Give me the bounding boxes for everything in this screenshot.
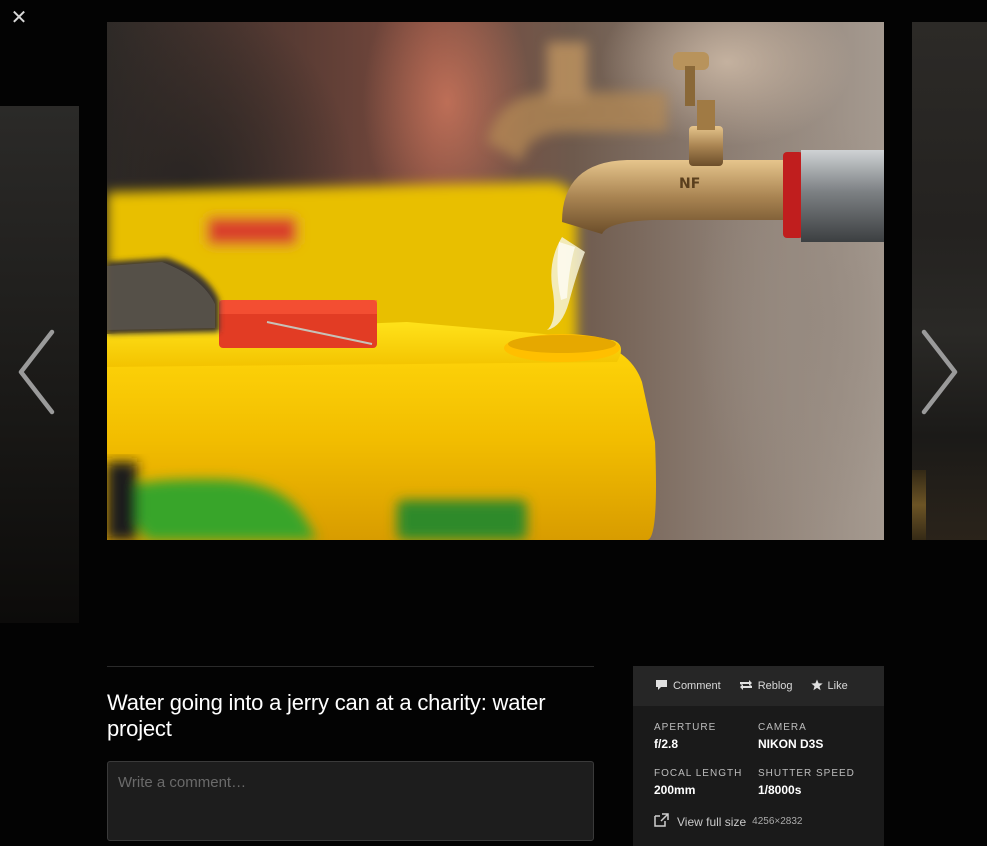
aperture-value: f/2.8: [654, 737, 679, 751]
star-icon: [810, 679, 828, 694]
external-link-icon: [654, 813, 677, 830]
shutter-speed-label: SHUTTER SPEED: [758, 768, 855, 779]
camera-value: NIKON D3S: [758, 737, 824, 751]
reblog-button[interactable]: Reblog: [739, 679, 793, 694]
next-arrow-icon[interactable]: [918, 328, 960, 416]
focal-length-label: FOCAL LENGTH: [654, 768, 743, 779]
comment-button[interactable]: Comment: [655, 679, 721, 694]
like-button[interactable]: Like: [810, 679, 848, 694]
speech-bubble-icon: [655, 679, 673, 694]
next-photo-thumbnail[interactable]: [912, 22, 987, 540]
previous-arrow-icon[interactable]: [16, 328, 58, 416]
camera-block: CAMERA NIKON D3S: [758, 722, 823, 751]
reblog-icon: [739, 679, 758, 694]
camera-label: CAMERA: [758, 722, 807, 733]
view-full-size-link[interactable]: View full size 4256×2832: [654, 813, 802, 830]
focal-length-block: FOCAL LENGTH 200mm: [654, 768, 742, 797]
focal-length-value: 200mm: [654, 783, 696, 797]
main-photo: NF: [107, 22, 884, 540]
aperture-label: APERTURE: [654, 722, 717, 733]
aperture-block: APERTURE f/2.8: [654, 722, 716, 751]
image-dimensions: 4256×2832: [752, 816, 803, 827]
post-title: Water going into a jerry can at a charit…: [107, 690, 546, 741]
action-bar: Comment Reblog Like: [633, 666, 884, 706]
tap-mark: NF: [679, 176, 700, 192]
reblog-label: Reblog: [757, 680, 793, 692]
view-full-size-label: View full size: [677, 814, 747, 829]
content-divider: [107, 666, 594, 667]
photo-info-panel: Comment Reblog Like APERTURE f/2.8 CAMER…: [633, 666, 884, 846]
shutter-speed-value: 1/8000s: [758, 783, 802, 797]
shutter-speed-block: SHUTTER SPEED 1/8000s: [758, 768, 855, 797]
like-label: Like: [827, 680, 848, 692]
comment-input[interactable]: [107, 761, 594, 841]
comment-label: Comment: [673, 680, 721, 692]
close-button[interactable]: ✕: [10, 7, 28, 27]
